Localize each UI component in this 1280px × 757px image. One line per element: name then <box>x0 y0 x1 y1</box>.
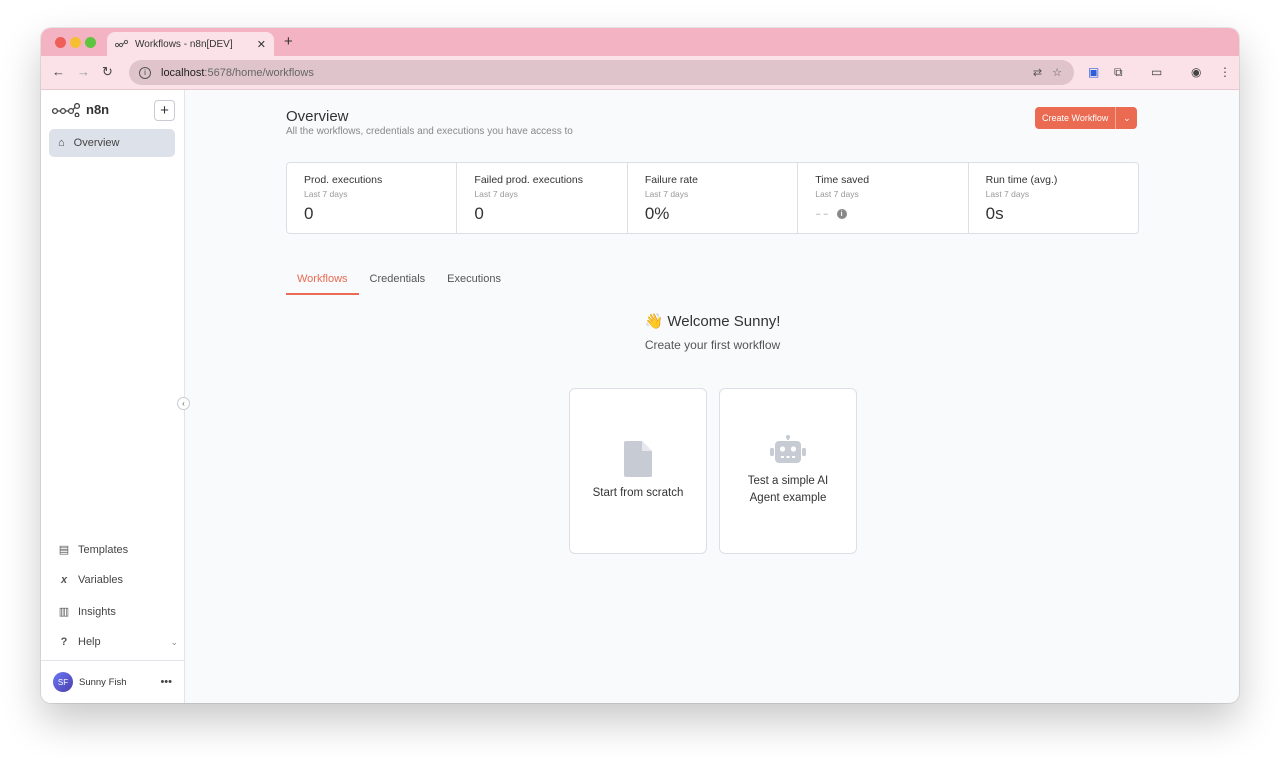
stat-value: 0 <box>474 204 484 223</box>
stat-label: Failure rate <box>644 174 698 186</box>
user-menu[interactable]: SF Sunny Fish ••• <box>41 660 184 703</box>
stats-summary: Prod. executions Last 7 days 0 Failed pr… <box>286 162 1139 234</box>
card-label-line-2: Agent example <box>749 492 827 504</box>
bookmark-star-icon[interactable]: ☆ <box>1052 66 1062 79</box>
close-tab-icon[interactable]: ✕ <box>257 38 266 51</box>
sidebar-item-overview[interactable]: ⌂ Overview <box>49 129 175 157</box>
minimize-window-button[interactable] <box>70 37 81 48</box>
n8n-favicon-icon <box>115 39 129 48</box>
forward-icon[interactable]: → <box>77 64 90 79</box>
card-label-line-1: Test a simple AI <box>747 475 829 487</box>
n8n-app: n8n + ⌂ Overview ▤ Templates x Variables… <box>41 90 1239 703</box>
stat-value: 0% <box>644 204 670 223</box>
info-icon[interactable]: i <box>836 209 847 219</box>
browser-window: Workflows - n8n[DEV] ✕ + ← → ↻ i localho… <box>41 28 1239 703</box>
stat-label: Prod. executions <box>304 174 383 186</box>
close-window-button[interactable] <box>55 37 66 48</box>
stat-period: Last 7 days <box>304 189 348 199</box>
more-options-icon[interactable]: ••• <box>160 676 172 688</box>
back-icon[interactable]: ← <box>52 64 65 79</box>
stat-label: Run time (avg.) <box>985 174 1058 186</box>
stat-period: Last 7 days <box>985 189 1030 199</box>
sidebar-item-insights[interactable]: ▥ Insights <box>58 605 178 619</box>
sidebar: n8n + ⌂ Overview ▤ Templates x Variables… <box>41 90 185 703</box>
home-icon: ⌂ <box>58 137 65 149</box>
url-host: localhost <box>161 66 205 79</box>
user-name: Sunny Fish <box>79 676 127 688</box>
tab-executions[interactable]: Executions <box>436 271 512 295</box>
card-label: Start from scratch <box>592 486 684 499</box>
stat-prod-executions[interactable]: Prod. executions Last 7 days 0 <box>287 163 458 233</box>
password-extension-icon[interactable]: ▣ <box>1088 65 1099 79</box>
reload-icon[interactable]: ↻ <box>102 64 113 80</box>
url-path: :5678/home/workflows <box>204 66 314 79</box>
stat-period: Last 7 days <box>474 189 518 199</box>
stat-value: 0 <box>304 204 314 223</box>
sidebar-item-label: Variables <box>78 574 124 586</box>
stat-label: Failed prod. executions <box>474 174 583 186</box>
tab-title: Workflows - n8n[DEV] <box>135 38 233 50</box>
avatar: SF <box>53 672 73 692</box>
n8n-logo[interactable]: n8n <box>52 102 109 117</box>
chart-icon: ▥ <box>58 606 70 618</box>
browser-tab[interactable]: Workflows - n8n[DEV] ✕ <box>107 32 274 56</box>
stat-period: Last 7 days <box>644 189 689 199</box>
sidebar-item-help[interactable]: ? Help ⌄ <box>58 636 178 648</box>
stat-value: 0s <box>985 204 1004 223</box>
reading-mode-icon[interactable]: ▭ <box>1151 65 1162 79</box>
tab-strip: Workflows - n8n[DEV] ✕ + <box>41 28 1239 56</box>
profile-icon[interactable]: ◉ <box>1191 65 1201 79</box>
welcome-heading: 👋 Welcome Sunny! <box>644 313 781 330</box>
page-subtitle: All the workflows, credentials and execu… <box>286 126 573 137</box>
sidebar-item-label: Overview <box>73 137 120 149</box>
stat-failed-executions[interactable]: Failed prod. executions Last 7 days 0 <box>457 163 628 233</box>
stat-run-time[interactable]: Run time (avg.) Last 7 days 0s <box>969 163 1138 233</box>
page-title: Overview <box>286 108 349 125</box>
add-button[interactable]: + <box>154 100 175 121</box>
new-tab-button[interactable]: + <box>284 33 293 50</box>
logo-text: n8n <box>86 102 110 117</box>
robot-icon <box>770 435 806 463</box>
extensions-icon[interactable]: ⧉ <box>1114 65 1123 80</box>
sidebar-item-label: Templates <box>78 543 129 556</box>
ai-agent-example-card[interactable]: Test a simple AI Agent example <box>719 388 857 554</box>
help-icon: ? <box>60 636 68 648</box>
variables-icon: x <box>60 574 68 586</box>
tab-workflows[interactable]: Workflows <box>286 271 359 295</box>
translate-icon[interactable]: ⇄ <box>1033 66 1042 79</box>
create-workflow-button[interactable]: Create Workflow <box>1035 107 1116 129</box>
stat-time-saved[interactable]: Time saved Last 7 days -- i <box>798 163 969 233</box>
stat-period: Last 7 days <box>815 189 859 199</box>
stat-failure-rate[interactable]: Failure rate Last 7 days 0% <box>628 163 799 233</box>
chevron-down-icon[interactable]: ⌄ <box>1115 107 1138 129</box>
browser-menu-icon[interactable]: ⋮ <box>1219 65 1231 79</box>
collapse-sidebar-button[interactable]: ‹ <box>177 397 190 410</box>
tab-credentials[interactable]: Credentials <box>359 271 437 295</box>
sidebar-item-templates[interactable]: ▤ Templates <box>58 543 178 557</box>
sidebar-item-variables[interactable]: x Variables <box>58 574 178 586</box>
main-content: Overview All the workflows, credentials … <box>186 90 1239 703</box>
browser-toolbar: ← → ↻ i localhost:5678/home/workflows ⇄ … <box>41 56 1239 90</box>
templates-icon: ▤ <box>58 544 70 556</box>
address-bar[interactable]: i localhost:5678/home/workflows ⇄ ☆ <box>129 60 1074 85</box>
chevron-down-icon: ⌄ <box>170 636 178 647</box>
site-info-icon[interactable]: i <box>139 66 151 79</box>
stat-value: -- <box>815 204 831 223</box>
create-workflow-button-group: Create Workflow ⌄ <box>1035 107 1138 129</box>
file-icon <box>624 440 652 477</box>
sidebar-item-label: Help <box>78 636 101 648</box>
n8n-logo-icon <box>52 102 80 117</box>
welcome-subtitle: Create your first workflow <box>644 338 781 352</box>
content-tabs: Workflows Credentials Executions <box>286 271 512 295</box>
maximize-window-button[interactable] <box>85 37 96 48</box>
stat-label: Time saved <box>815 174 870 186</box>
start-from-scratch-card[interactable]: Start from scratch <box>569 388 707 554</box>
sidebar-item-label: Insights <box>78 605 116 618</box>
